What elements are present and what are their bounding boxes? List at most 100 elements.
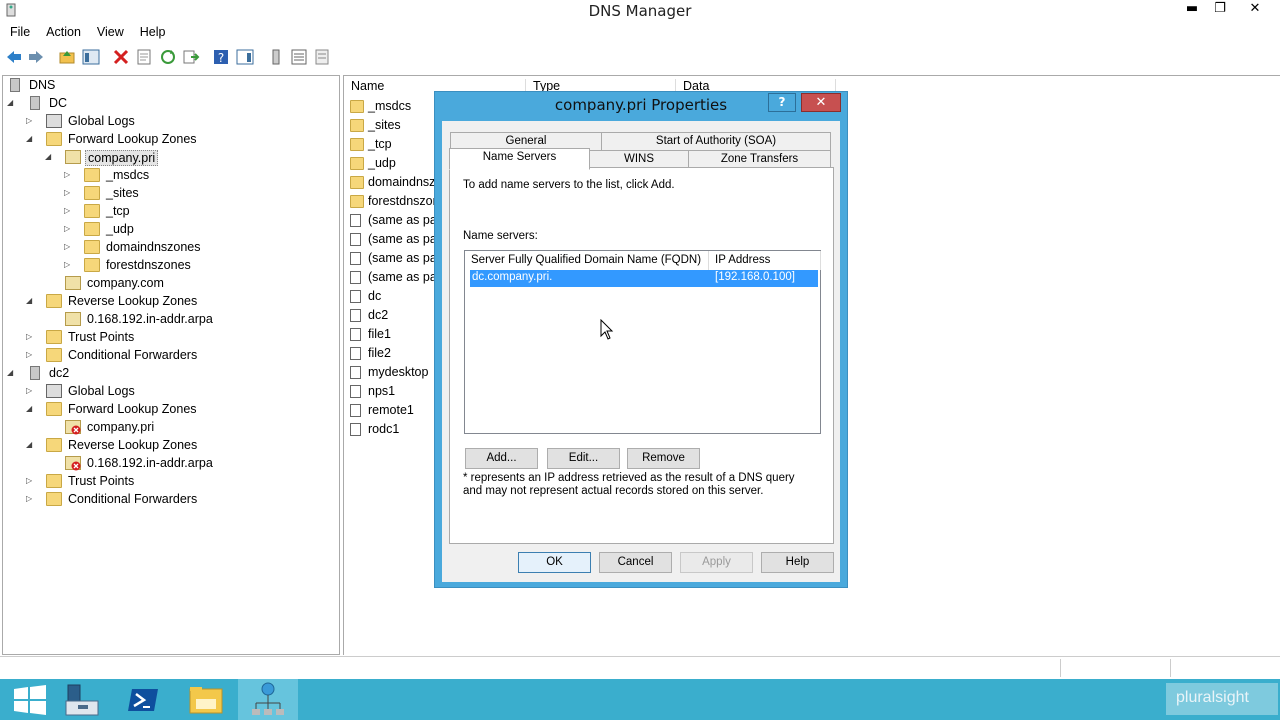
windows-logo-icon <box>14 685 46 715</box>
column-ip-address[interactable]: IP Address <box>709 251 821 270</box>
close-button[interactable]: ✕ <box>1241 0 1269 20</box>
expand-arrow-icon[interactable]: ▷ <box>64 170 74 179</box>
add-button[interactable]: Add... <box>465 448 538 469</box>
zone-icon <box>65 150 81 164</box>
action-pane-icon[interactable] <box>236 48 254 66</box>
list-item-name: _udp <box>368 156 396 170</box>
minimize-button[interactable]: ▬ <box>1178 0 1206 20</box>
cancel-button[interactable]: Cancel <box>599 552 672 573</box>
list-item-name: dc2 <box>368 308 389 322</box>
ns-ip: [192.168.0.100] <box>715 271 795 283</box>
pluralsight-watermark: pluralsight <box>1166 683 1278 715</box>
menu-file[interactable]: File <box>0 23 38 39</box>
tree-node-label: Trust Points <box>68 330 135 344</box>
export-icon[interactable] <box>182 48 200 66</box>
folder-icon <box>350 195 364 208</box>
zone-icon <box>65 312 81 326</box>
collapse-arrow-icon[interactable]: ◢ <box>45 152 55 161</box>
taskbar-file-explorer[interactable] <box>176 679 236 720</box>
menu-help[interactable]: Help <box>132 23 174 39</box>
list-item-name: (same as par <box>368 270 441 284</box>
record-icon <box>350 328 361 341</box>
menu-action[interactable]: Action <box>38 23 89 39</box>
file-explorer-icon <box>189 687 223 714</box>
delete-icon[interactable] <box>112 48 130 66</box>
expand-arrow-icon[interactable]: ▷ <box>26 494 36 503</box>
tree-node-label: dc2 <box>49 366 70 380</box>
name-servers-panel: To add name servers to the list, click A… <box>449 167 834 544</box>
menu-view[interactable]: View <box>89 23 132 39</box>
dialog-help-button[interactable]: ? <box>768 93 796 112</box>
list-item-name: (same as par <box>368 251 441 265</box>
name-servers-label: Name servers: <box>463 230 538 242</box>
properties-icon[interactable] <box>135 48 153 66</box>
up-folder-icon[interactable] <box>58 48 76 66</box>
list-view-icon[interactable] <box>290 48 308 66</box>
note-text: * represents an IP address retrieved as … <box>463 472 795 497</box>
help-button[interactable]: Help <box>761 552 834 573</box>
expand-arrow-icon[interactable]: ▷ <box>64 260 74 269</box>
column-fqdn[interactable]: Server Fully Qualified Domain Name (FQDN… <box>465 251 709 270</box>
title-bar: DNS Manager ▬ ❐ ✕ <box>0 0 1280 22</box>
maximize-button[interactable]: ❐ <box>1206 0 1234 20</box>
tree-node-label: 0.168.192.in-addr.arpa <box>87 456 213 470</box>
refresh-icon[interactable] <box>159 48 177 66</box>
taskbar-server-manager[interactable] <box>52 679 112 720</box>
dns-manager-icon <box>252 682 284 715</box>
tree-node-label: Reverse Lookup Zones <box>68 294 198 308</box>
collapse-arrow-icon[interactable]: ◢ <box>26 404 36 413</box>
expand-arrow-icon[interactable]: ▷ <box>64 188 74 197</box>
list-item-name: file2 <box>368 346 391 360</box>
tree-node-label: DC <box>49 96 68 110</box>
list-item-name: nps1 <box>368 384 396 398</box>
expand-arrow-icon[interactable]: ▷ <box>26 116 36 125</box>
server-manager-icon <box>65 684 99 716</box>
name-server-row[interactable]: dc.company.pri. [192.168.0.100] <box>470 270 818 287</box>
folder-icon <box>84 186 100 200</box>
status-bar <box>0 656 1280 678</box>
help-icon[interactable]: ? <box>212 48 230 66</box>
mouse-cursor-icon <box>600 319 614 340</box>
collapse-arrow-icon[interactable]: ◢ <box>26 440 36 449</box>
tree-node-label: Trust Points <box>68 474 135 488</box>
expand-arrow-icon[interactable]: ▷ <box>26 386 36 395</box>
list-item-name: dc <box>368 289 382 303</box>
taskbar-dns-manager[interactable] <box>238 679 298 720</box>
edit-button[interactable]: Edit... <box>547 448 620 469</box>
taskbar-powershell[interactable] <box>114 679 174 720</box>
server-icon[interactable] <box>267 48 285 66</box>
ok-button[interactable]: OK <box>518 552 591 573</box>
expand-arrow-icon[interactable]: ▷ <box>26 332 36 341</box>
expand-arrow-icon[interactable]: ▷ <box>26 476 36 485</box>
expand-arrow-icon[interactable]: ▷ <box>26 350 36 359</box>
tab-soa[interactable]: Start of Authority (SOA) <box>601 132 831 151</box>
collapse-arrow-icon[interactable]: ◢ <box>26 296 36 305</box>
folder-icon <box>46 474 62 488</box>
apply-button[interactable]: Apply <box>680 552 753 573</box>
folder-icon <box>84 204 100 218</box>
tab-name-servers[interactable]: Name Servers <box>449 148 590 170</box>
record-icon <box>350 423 361 436</box>
collapse-arrow-icon[interactable]: ◢ <box>26 134 36 143</box>
collapse-arrow-icon[interactable]: ◢ <box>7 98 17 107</box>
detail-view-icon[interactable] <box>313 48 331 66</box>
remove-button[interactable]: Remove <box>627 448 700 469</box>
name-servers-list[interactable]: Server Fully Qualified Domain Name (FQDN… <box>464 250 821 434</box>
tree-node-label: company.pri <box>87 420 155 434</box>
collapse-arrow-icon[interactable]: ◢ <box>7 368 17 377</box>
expand-arrow-icon[interactable]: ▷ <box>64 206 74 215</box>
tree-node-label: Global Logs <box>68 114 135 128</box>
dialog-close-button[interactable]: ✕ <box>801 93 841 112</box>
start-button[interactable] <box>0 679 60 720</box>
show-hide-tree-icon[interactable] <box>82 48 100 66</box>
console-tree: DNS ◢ DC ▷ Global Logs ◢ Forward Lookup Zones ◢… <box>2 75 340 655</box>
record-icon <box>350 290 361 303</box>
folder-icon <box>46 348 62 362</box>
forward-icon[interactable] <box>27 48 45 66</box>
taskbar <box>0 679 1280 720</box>
expand-arrow-icon[interactable]: ▷ <box>64 242 74 251</box>
record-icon <box>350 233 361 246</box>
expand-arrow-icon[interactable]: ▷ <box>64 224 74 233</box>
tree-node-label: company.com <box>87 276 164 290</box>
back-icon[interactable] <box>5 48 23 66</box>
